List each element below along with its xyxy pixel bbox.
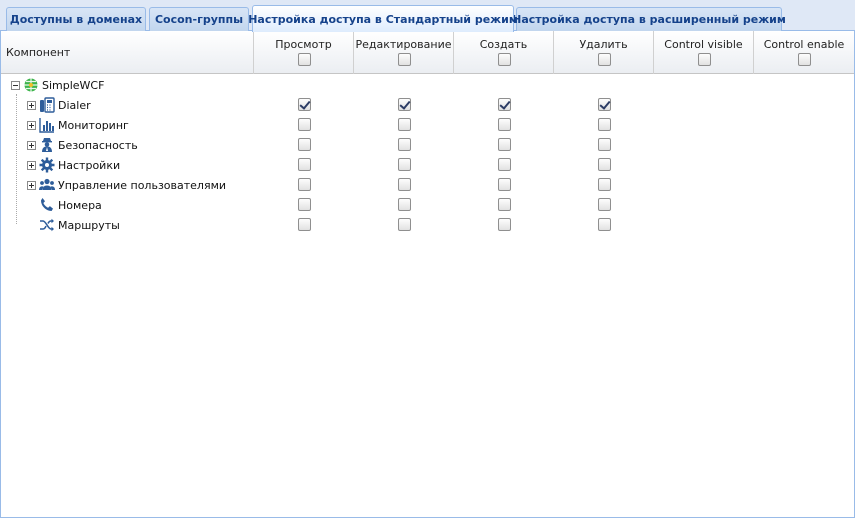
shuffle-icon: [40, 218, 54, 232]
view-checkbox[interactable]: [298, 158, 311, 171]
security-agent-icon: [42, 138, 52, 152]
tab-label: Cocon-группы: [154, 13, 244, 26]
column-header-edit[interactable]: Редактирование: [354, 31, 454, 74]
tab-strip: Доступны в доменах Cocon-группы Настройк…: [0, 0, 855, 32]
delete-checkbox[interactable]: [598, 158, 611, 171]
view-checkbox[interactable]: [298, 178, 311, 191]
edit-checkbox[interactable]: [398, 198, 411, 211]
column-header-view[interactable]: Просмотр: [254, 31, 354, 74]
create-checkbox[interactable]: [498, 158, 511, 171]
tree-node-label: Dialer: [58, 98, 91, 112]
collapse-icon[interactable]: [11, 80, 20, 90]
delete-checkbox[interactable]: [598, 198, 611, 211]
create-checkbox[interactable]: [498, 138, 511, 151]
column-header-label: Просмотр: [275, 38, 332, 51]
column-header-label: Control visible: [664, 38, 743, 51]
users-icon: [39, 178, 55, 190]
bar-chart-icon: [39, 118, 54, 133]
view-checkbox[interactable]: [298, 138, 311, 151]
column-header-create[interactable]: Создать: [454, 31, 554, 74]
access-panel: Компонент Просмотр Редактирование Создат…: [0, 31, 855, 518]
column-header-label: Редактирование: [355, 38, 452, 51]
tab-extended-access[interactable]: Настройка доступа в расширенный режим: [512, 7, 786, 31]
create-checkbox[interactable]: [498, 198, 511, 211]
tree-node-label: Мониторинг: [58, 118, 129, 132]
delete-checkbox[interactable]: [598, 118, 611, 131]
tree-row-dialer[interactable]: Dialer: [1, 95, 854, 115]
tree-node-label: Номера: [58, 198, 102, 212]
delete-checkbox[interactable]: [598, 218, 611, 231]
tree-root-row[interactable]: SimpleWCF: [1, 75, 854, 95]
tree-node-label: SimpleWCF: [42, 78, 105, 92]
tree-row-user-management[interactable]: Управление пользователями: [1, 175, 854, 195]
grid-header: Компонент Просмотр Редактирование Создат…: [1, 31, 854, 74]
view-checkbox[interactable]: [298, 118, 311, 131]
edit-checkbox[interactable]: [398, 158, 411, 171]
select-all-control-enable-checkbox[interactable]: [798, 53, 811, 66]
column-header-control-enable[interactable]: Control enable: [754, 31, 854, 74]
column-header-label: Control enable: [763, 38, 845, 51]
expand-icon[interactable]: [27, 160, 36, 170]
select-all-create-checkbox[interactable]: [497, 53, 511, 66]
delete-checkbox[interactable]: [598, 98, 611, 111]
tab-label: Настройка доступа в расширенный режим: [512, 13, 786, 26]
select-all-edit-checkbox[interactable]: [397, 53, 411, 66]
tree-row-monitoring[interactable]: Мониторинг: [1, 115, 854, 135]
gear-icon: [39, 157, 55, 173]
tab-standard-access[interactable]: Настройка доступа в Стандартный режим: [248, 5, 518, 32]
tree-row-settings[interactable]: Настройки: [1, 155, 854, 175]
phone-dialer-icon: [40, 97, 55, 113]
tree-row-numbers[interactable]: Номера: [1, 195, 854, 215]
tab-domains[interactable]: Доступны в доменах: [6, 7, 146, 31]
edit-checkbox[interactable]: [398, 218, 411, 231]
column-header-label: Компонент: [6, 46, 71, 59]
column-header-label: Удалить: [579, 38, 628, 51]
tree-node-label: Безопасность: [58, 138, 138, 152]
column-header-control-visible[interactable]: Control visible: [654, 31, 754, 74]
create-checkbox[interactable]: [498, 218, 511, 231]
create-checkbox[interactable]: [498, 118, 511, 131]
phone-icon: [41, 198, 53, 211]
view-checkbox[interactable]: [298, 98, 311, 111]
expand-icon[interactable]: [27, 120, 36, 130]
view-checkbox[interactable]: [298, 198, 311, 211]
column-header-component[interactable]: Компонент: [1, 31, 254, 74]
expand-icon[interactable]: [27, 180, 36, 190]
tree-row-routes[interactable]: Маршруты: [1, 215, 854, 235]
delete-checkbox[interactable]: [598, 138, 611, 151]
tab-label: Доступны в доменах: [9, 13, 143, 26]
create-checkbox[interactable]: [498, 178, 511, 191]
expand-icon[interactable]: [27, 140, 36, 150]
tree-node-label: Управление пользователями: [58, 178, 227, 192]
delete-checkbox[interactable]: [598, 178, 611, 191]
column-header-delete[interactable]: Удалить: [554, 31, 654, 74]
edit-checkbox[interactable]: [398, 118, 411, 131]
edit-checkbox[interactable]: [398, 98, 411, 111]
tree-node-label: Маршруты: [58, 218, 120, 232]
column-header-label: Создать: [479, 38, 528, 51]
tree-node-label: Настройки: [58, 158, 121, 172]
tab-label: Настройка доступа в Стандартный режим: [248, 12, 518, 26]
select-all-control-visible-checkbox[interactable]: [697, 53, 711, 66]
select-all-view-checkbox[interactable]: [297, 53, 311, 66]
edit-checkbox[interactable]: [398, 138, 411, 151]
create-checkbox[interactable]: [498, 98, 511, 111]
edit-checkbox[interactable]: [398, 178, 411, 191]
view-checkbox[interactable]: [298, 218, 311, 231]
expand-icon[interactable]: [27, 100, 36, 110]
globe-icon: [24, 78, 38, 92]
select-all-delete-checkbox[interactable]: [597, 53, 611, 66]
tab-cocon-groups[interactable]: Cocon-группы: [149, 7, 249, 31]
tree-row-security[interactable]: Безопасность: [1, 135, 854, 155]
